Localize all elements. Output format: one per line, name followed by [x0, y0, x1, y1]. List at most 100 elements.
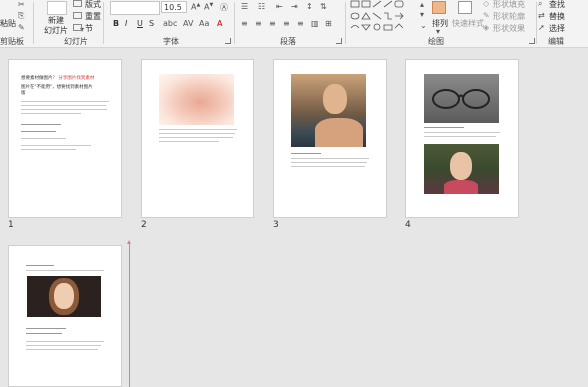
smiling-girl-photo [27, 276, 101, 317]
columns-icon[interactable]: ▥ [311, 19, 319, 28]
shape-fill-icon[interactable]: ◇ [483, 0, 489, 8]
face-shape [323, 84, 347, 114]
bold-button[interactable]: B [113, 19, 119, 28]
find-icon[interactable]: ⌕ [538, 0, 542, 9]
strikethrough-button[interactable]: S [149, 19, 154, 28]
shape-effects-icon[interactable]: ◈ [483, 23, 489, 32]
editing-group-label: 编辑 [548, 37, 564, 46]
align-right-icon[interactable]: ≡ [269, 19, 276, 28]
new-slide-label-2[interactable]: 幻灯片 [44, 25, 68, 36]
numbering-icon[interactable]: ☷ [258, 2, 265, 11]
find-button[interactable]: 查找 [549, 0, 565, 10]
gallery-scroll-up-icon[interactable]: ▴ [420, 0, 424, 9]
justify-icon[interactable]: ≡ [283, 19, 290, 28]
slide-thumbnail[interactable] [273, 59, 387, 218]
slides-group-label: 幻灯片 [64, 37, 88, 46]
text-line [424, 132, 500, 133]
section-icon[interactable] [73, 24, 82, 31]
text-line [424, 136, 496, 137]
grow-font-icon[interactable]: A▲ [191, 2, 200, 12]
shapes-gallery-icons [350, 0, 404, 31]
format-painter-icon[interactable]: ✎ [18, 23, 25, 32]
slide-number: 3 [273, 220, 279, 230]
text-line [26, 349, 98, 350]
shape-outline-button[interactable]: 形状轮廓 [493, 11, 525, 22]
char-spacing-icon[interactable]: AV [183, 19, 193, 28]
paste-button[interactable]: 粘贴 [0, 18, 16, 29]
paragraph-group-label: 段落 [280, 37, 296, 46]
separator [234, 2, 235, 44]
replace-icon[interactable]: ⇄ [538, 11, 545, 20]
cut-icon[interactable]: ✂ [18, 0, 25, 9]
separator [103, 2, 104, 44]
section-button[interactable]: 节 [85, 23, 93, 34]
layout-icon[interactable] [73, 0, 82, 7]
text-line [159, 129, 237, 130]
slide-subtitle-2: 版 [21, 91, 26, 96]
slide-number: 4 [405, 220, 411, 230]
copy-icon[interactable]: ⎘ [18, 11, 24, 21]
ribbon: 粘贴 ✂ ⎘ ✎ 剪贴板 新建 幻灯片 ▾ 版式 重置 节 幻灯片 10.5 A… [0, 0, 588, 48]
shirt-shape [444, 180, 478, 194]
replace-button[interactable]: 替换 [549, 11, 565, 22]
slide-thumbnail[interactable]: 想要素材做图片？ 分享图片找到素材 图片在"不能用"，想要找到素材图片 版 [8, 59, 122, 218]
text-line [26, 345, 101, 346]
chevron-down-icon[interactable]: ▾ [436, 27, 440, 36]
change-case-icon[interactable]: Aa [199, 19, 209, 28]
clipboard-group-label: 剪贴板 [0, 37, 24, 46]
underline-button[interactable]: U [137, 19, 143, 28]
align-left-icon[interactable]: ≡ [241, 19, 248, 28]
shrink-font-icon[interactable]: A▼ [204, 2, 213, 12]
layout-button[interactable]: 版式 [85, 0, 101, 10]
glasses-photo [424, 74, 499, 123]
gallery-more-icon[interactable]: ⌄ [420, 21, 427, 30]
bullets-icon[interactable]: ☰ [241, 2, 248, 11]
quick-styles-icon[interactable] [458, 1, 472, 14]
distributed-icon[interactable]: ≡ [297, 19, 304, 28]
glasses-shape [432, 89, 490, 109]
increase-indent-icon[interactable]: ⇥ [291, 2, 298, 11]
font-color-icon[interactable]: A [217, 19, 222, 28]
shape-effects-button[interactable]: 形状效果 [493, 23, 525, 34]
align-center-icon[interactable]: ≡ [255, 19, 262, 28]
shadow-icon[interactable]: abc [163, 19, 177, 28]
text-line [26, 265, 54, 266]
text-line [291, 162, 367, 163]
text-line [26, 341, 104, 342]
text-line [26, 328, 66, 329]
shape-fill-button[interactable]: 形状填充 [493, 0, 525, 10]
separator [536, 2, 537, 44]
font-name-input[interactable] [110, 1, 160, 15]
select-icon[interactable]: ➚ [538, 23, 545, 32]
text-line [21, 101, 109, 102]
text-line [21, 149, 76, 150]
text-direction-icon[interactable]: ⇅ [320, 2, 327, 11]
text-line [159, 141, 219, 142]
italic-button[interactable]: I [125, 19, 127, 28]
slide-thumbnail[interactable] [405, 59, 519, 218]
line-spacing-icon[interactable]: ↕ [306, 2, 313, 11]
new-slide-icon[interactable] [47, 1, 67, 15]
shapes-gallery[interactable] [349, 0, 417, 34]
text-line [21, 105, 106, 106]
slide-thumbnail[interactable] [8, 245, 122, 387]
drawing-dialog-launcher-icon[interactable] [529, 38, 535, 44]
select-button[interactable]: 选择 [549, 23, 565, 34]
align-text-icon[interactable]: ⊞ [325, 19, 332, 28]
reset-icon[interactable] [73, 12, 82, 19]
arrange-icon[interactable] [432, 1, 446, 14]
clear-format-icon[interactable]: Ⓐ [220, 2, 228, 13]
slide-thumbnail[interactable] [141, 59, 254, 218]
text-line [21, 138, 66, 139]
separator [345, 2, 346, 44]
paragraph-dialog-launcher-icon[interactable] [336, 38, 342, 44]
font-size-input[interactable]: 10.5 [161, 1, 187, 13]
gallery-scroll-down-icon[interactable]: ▾ [420, 10, 424, 19]
decrease-indent-icon[interactable]: ⇤ [276, 2, 283, 11]
reset-button[interactable]: 重置 [85, 11, 101, 22]
baby-ear-photo [159, 74, 234, 125]
slide-subtitle: 图片在"不能用"，想要找到素材图片 [21, 85, 93, 90]
quick-styles-button[interactable]: 快速样式 [452, 18, 484, 29]
font-dialog-launcher-icon[interactable] [225, 38, 231, 44]
shape-outline-icon[interactable]: ✎ [483, 11, 490, 20]
